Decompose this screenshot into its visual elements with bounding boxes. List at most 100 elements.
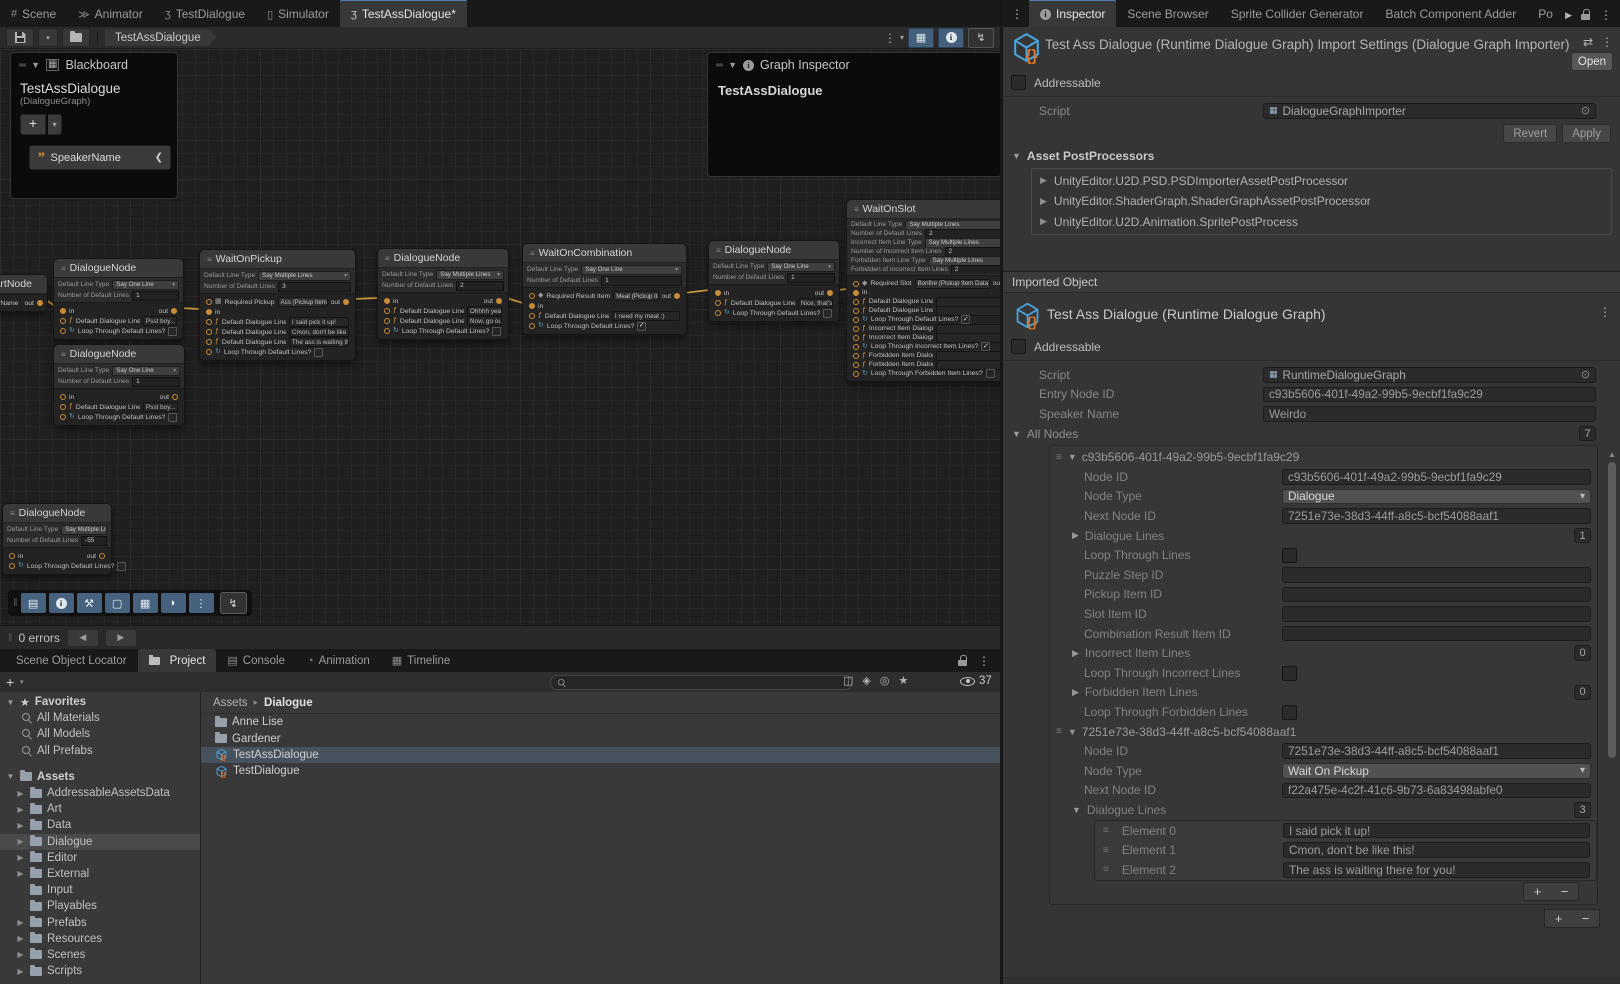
node-collapse-icon[interactable]: ≡: [10, 509, 15, 518]
field-port[interactable]: [853, 362, 859, 368]
node-row-field[interactable]: ƒDefault Dialogue LineI need my meat :): [523, 311, 686, 321]
text-field[interactable]: I said pick it up!: [289, 317, 349, 327]
node-row-inout[interactable]: inout: [3, 551, 111, 561]
tree-folder-item[interactable]: ▶ External: [0, 866, 200, 882]
node-row-req[interactable]: ▦Required PickupAss (Pickup Item Data)⊙o…: [200, 297, 355, 307]
field-port[interactable]: [206, 339, 212, 345]
inspector-row-dialogue-lines[interactable]: ▼Dialogue Lines3: [1050, 800, 1597, 820]
remove-element-button[interactable]: −: [1561, 884, 1569, 899]
in-port[interactable]: [9, 553, 15, 559]
array-size-field[interactable]: 3: [1574, 802, 1591, 818]
search-by-label-icon[interactable]: ◈: [862, 674, 870, 687]
inspector-row-slot-item-id[interactable]: Slot Item ID: [1050, 604, 1597, 624]
node-title[interactable]: ≡DialogueNode: [54, 345, 184, 364]
node-row-check[interactable]: ↻Loop Through Default Lines?: [54, 326, 183, 336]
foldout-arrow[interactable]: ▶: [16, 853, 25, 862]
field-value[interactable]: c93b5606-401f-49a2-99b5-9ecbf1fa9c29: [1282, 469, 1591, 485]
element-drag-handle[interactable]: ≡: [1095, 864, 1108, 875]
node-title[interactable]: ≡WaitOnPickup: [200, 250, 355, 269]
field-port[interactable]: [853, 353, 859, 359]
node-row-inout[interactable]: inout: [709, 288, 839, 298]
in-port[interactable]: [715, 290, 721, 296]
in-port[interactable]: [60, 394, 66, 400]
all-nodes-foldout[interactable]: ▼ All Nodes 7: [1003, 424, 1620, 444]
inspector-scrollbar[interactable]: ▲ ▼: [1606, 450, 1618, 984]
node-row-check[interactable]: ↻Loop Through Default Lines?: [378, 326, 508, 336]
node-collapse-icon[interactable]: ≡: [207, 255, 212, 264]
property-dropdown[interactable]: Say Multiple Lines▾: [436, 270, 504, 280]
pane-menu-icon[interactable]: ⋮: [1003, 7, 1029, 27]
inspector-tab[interactable]: i Inspector: [1029, 0, 1116, 27]
inspector-more-icon[interactable]: ⋮: [1600, 8, 1612, 22]
previous-error-button[interactable]: ◀: [68, 630, 98, 646]
inspector-row-c93b5606-401f-49a2-99b5-9ecbf1fa9c29[interactable]: ≡▼c93b5606-401f-49a2-99b5-9ecbf1fa9c29: [1050, 447, 1597, 467]
inspector-row-pickup-item-id[interactable]: Pickup Item ID: [1050, 585, 1597, 605]
checkbox[interactable]: [1282, 705, 1297, 720]
add-element-button[interactable]: +: [1534, 884, 1542, 899]
file-list-item[interactable]: {} Gardener: [201, 730, 1000, 746]
next-error-button[interactable]: ▶: [106, 630, 136, 646]
all-nodes-count[interactable]: 7: [1579, 426, 1596, 442]
create-asset-button[interactable]: +: [6, 674, 14, 690]
out-port[interactable]: [496, 298, 502, 304]
field-value[interactable]: [1282, 567, 1591, 583]
inspector-row-element-2[interactable]: ≡Element 2The ass is waiting there for y…: [1094, 860, 1597, 881]
graph-node-dialogue-3[interactable]: ≡DialogueNodeDefault Line TypeSay Multip…: [377, 248, 509, 340]
blackboard-panel[interactable]: ═ ▼ ▦ Blackboard TestAssDialogue (Dialog…: [10, 52, 178, 199]
node-row-inout[interactable]: inout: [54, 392, 184, 402]
object-picker-icon[interactable]: ⊙: [1581, 368, 1590, 381]
graph-node-dialogue-2[interactable]: ≡DialogueNodeDefault Line TypeSay One Li…: [53, 344, 185, 426]
element-drag-handle[interactable]: ≡: [1095, 825, 1108, 836]
foldout-arrow[interactable]: ▶: [16, 837, 25, 846]
node-title[interactable]: ≡DialogueNode: [378, 249, 508, 268]
open-button[interactable]: Open: [1571, 52, 1613, 71]
presets-icon[interactable]: ⇄: [1583, 35, 1593, 49]
property-input[interactable]: 2: [456, 281, 504, 291]
node-collapse-icon[interactable]: ≡: [61, 350, 66, 359]
array-size-field[interactable]: 1: [1574, 528, 1591, 544]
error-bar-handle[interactable]: ‖: [8, 632, 11, 644]
tree-folder-item[interactable]: ▶ Prefabs: [0, 914, 200, 930]
inspector-tab[interactable]: i Scene Browser: [1116, 0, 1219, 27]
favorites-item[interactable]: All Models: [0, 726, 200, 742]
property-input[interactable]: 1: [132, 377, 180, 387]
editor-tab[interactable]: ʒ TestAssDialogue*: [340, 0, 467, 27]
checkbox[interactable]: [492, 327, 501, 336]
array-size-field[interactable]: 0: [1574, 645, 1591, 661]
field-port[interactable]: [853, 308, 859, 314]
element-value[interactable]: I said pick it up!: [1283, 823, 1590, 839]
property-dropdown[interactable]: Say One Line▾: [581, 265, 682, 275]
header-more-icon[interactable]: ⋮: [1599, 305, 1611, 319]
text-field[interactable]: The ass is waiting there for y: [289, 337, 349, 347]
field-port[interactable]: [206, 329, 212, 335]
tree-folder-item[interactable]: Input: [0, 882, 200, 898]
node-row-check[interactable]: ↻Loop Through Default Lines?: [3, 561, 111, 571]
property-input[interactable]: 1: [132, 291, 179, 301]
editor-tab[interactable]: # Scene: [0, 0, 67, 27]
toolbar-drag-handle[interactable]: ‖: [13, 597, 16, 609]
node-row-field[interactable]: ƒDefault Dialogue LinePsst boy... W: [54, 316, 183, 326]
field-port[interactable]: [9, 563, 15, 569]
inspector-row-node-type[interactable]: Node TypeDialogue: [1050, 487, 1597, 507]
checkbox[interactable]: [168, 327, 177, 336]
object-picker-icon[interactable]: ⊙: [1581, 104, 1590, 117]
node-row-check[interactable]: ↻Loop Through Default Lines?: [847, 315, 1000, 324]
blackboard-property-speakername[interactable]: ” SpeakerName ❮: [29, 145, 171, 170]
inspector-row-next-node-id[interactable]: Next Node IDf22a475e-4c2f-41c6-9b73-6a83…: [1050, 781, 1597, 801]
tree-folder-item[interactable]: ▶ AddressableAssetsData: [0, 785, 200, 801]
bottom-tab[interactable]: Project: [138, 649, 217, 672]
node-row-check[interactable]: ↻Loop Through Forbidden Item Lines?: [847, 369, 1000, 378]
save-dropdown[interactable]: ▾: [38, 28, 58, 47]
node-row-field[interactable]: ƒDefault Dialogue Line 1Ohhhh yeah,: [378, 306, 508, 316]
graph-inspector-title-row[interactable]: ═ ▼ i Graph Inspector: [708, 53, 1000, 77]
text-field[interactable]: Cmon, don't be like this!: [289, 327, 349, 337]
field-port[interactable]: [529, 313, 535, 319]
tree-folder-item[interactable]: Playables: [0, 898, 200, 914]
inspector-row-7251e73e-38d3-44ff-a8c5-bcf54088aaf1[interactable]: ≡▼7251e73e-38d3-44ff-a8c5-bcf54088aaf1: [1050, 722, 1597, 742]
property-dropdown[interactable]: Say Multiple Lines▾: [61, 525, 107, 535]
graph-tool-button-6[interactable]: ⋮: [189, 593, 214, 613]
inspector-tab[interactable]: i Sprite Collider Generator: [1220, 0, 1375, 27]
collapse-arrow-icon[interactable]: ▼: [31, 60, 40, 70]
foldout-arrow[interactable]: ▼: [6, 772, 15, 781]
breadcrumb-root[interactable]: Assets: [213, 697, 248, 709]
